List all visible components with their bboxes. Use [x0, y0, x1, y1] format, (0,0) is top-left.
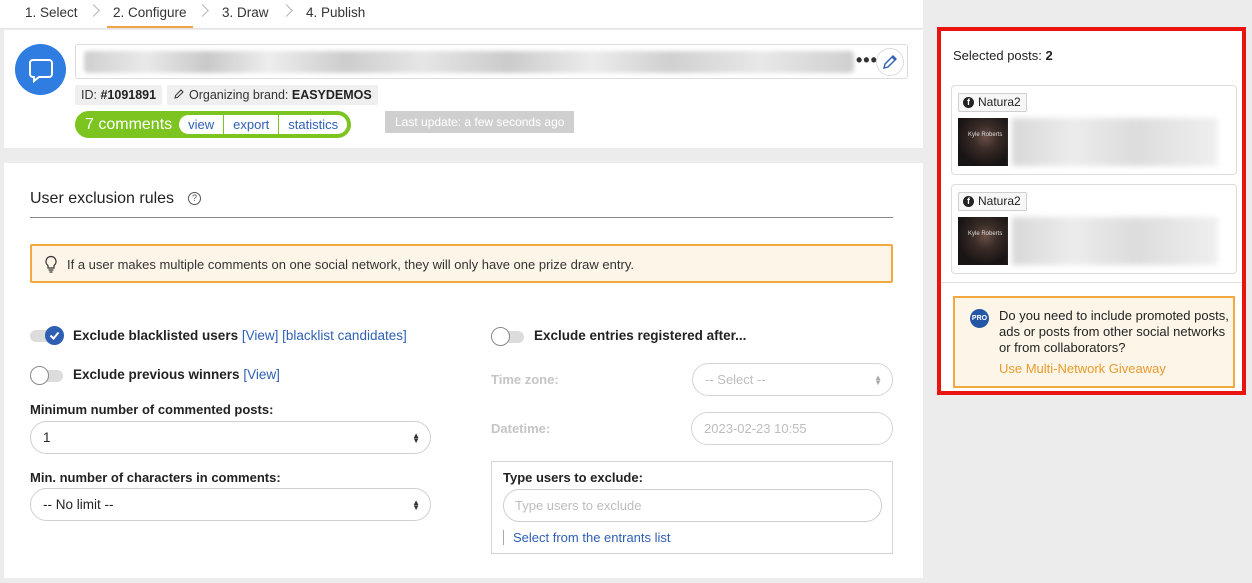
selected-posts-panel: Selected posts: 2 f Natura2 Kyle Roberts…: [937, 27, 1246, 395]
more-options-icon[interactable]: •••: [856, 50, 878, 71]
help-icon[interactable]: ?: [188, 192, 201, 205]
comments-pill: 7 comments view export statistics: [75, 111, 352, 138]
type-users-input[interactable]: Type users to exclude: [503, 489, 882, 522]
timezone-select[interactable]: -- Select -- ▲ ▼: [692, 363, 893, 396]
timezone-label: Time zone:: [491, 372, 559, 387]
multi-network-link[interactable]: Use Multi-Network Giveaway: [999, 361, 1166, 376]
panel-divider: [941, 282, 1242, 283]
type-users-label: Type users to exclude:: [503, 470, 643, 485]
section-title: User exclusion rules: [30, 190, 175, 207]
post-thumbnail: Kyle Roberts: [958, 118, 1008, 166]
giveaway-title-field[interactable]: •••: [75, 44, 908, 79]
network-tag: f Natura2: [958, 192, 1027, 211]
pencil-icon: [174, 89, 184, 99]
giveaway-header: ••• ID: #1091891 Organizing brand: EASYD…: [4, 30, 923, 148]
step-configure[interactable]: 2. Configure: [107, 5, 193, 28]
toggle-knob: [30, 366, 49, 385]
multi-comment-notice: If a user makes multiple comments on one…: [30, 244, 893, 283]
post-card[interactable]: f Natura2 Kyle Roberts: [951, 85, 1237, 175]
post-thumbnail: Kyle Roberts: [958, 217, 1008, 265]
blacklist-option: Exclude blacklisted users [View] [blackl…: [73, 328, 407, 343]
previous-winners-option: Exclude previous winners [View]: [73, 367, 280, 382]
select-arrows-icon: ▲ ▼: [874, 373, 882, 387]
min-posts-label: Minimum number of commented posts:: [30, 402, 274, 417]
winners-view-link[interactable]: [View]: [243, 367, 280, 382]
registered-after-toggle[interactable]: [491, 327, 524, 346]
section-divider: [30, 217, 893, 218]
pro-upsell-box: PRO Do you need to include promoted post…: [953, 296, 1235, 388]
exclusion-rules-card: User exclusion rules ? If a user makes m…: [4, 163, 923, 578]
avatar: [15, 44, 66, 95]
network-tag: f Natura2: [958, 93, 1027, 112]
chevron-right-icon: [280, 4, 293, 17]
check-icon: [49, 331, 60, 340]
last-update-badge: Last update: a few seconds ago: [385, 111, 575, 133]
post-card[interactable]: f Natura2 Kyle Roberts: [951, 184, 1237, 274]
blacklist-toggle[interactable]: [30, 326, 64, 345]
select-arrows-icon: ▲ ▼: [412, 498, 420, 512]
select-arrows-icon: ▲ ▼: [412, 431, 420, 445]
previous-winners-toggle[interactable]: [30, 366, 63, 385]
brand-tag: Organizing brand: EASYDEMOS: [167, 85, 378, 105]
blurred-post-text: [1012, 118, 1218, 166]
chevron-right-icon: [87, 4, 100, 17]
blurred-post-text: [1012, 217, 1218, 265]
pro-upsell-text: Do you need to include promoted posts, a…: [999, 308, 1229, 355]
facebook-icon: f: [963, 196, 974, 207]
datetime-label: Datetime:: [491, 421, 551, 436]
step-select[interactable]: 1. Select: [25, 5, 78, 20]
statistics-link[interactable]: statistics: [278, 115, 347, 134]
step-publish[interactable]: 4. Publish: [306, 5, 365, 20]
min-posts-select[interactable]: 1 ▲ ▼: [30, 421, 431, 454]
datetime-input[interactable]: 2023-02-23 10:55: [691, 412, 893, 445]
facebook-icon: f: [963, 97, 974, 108]
blacklist-candidates-link[interactable]: [blacklist candidates]: [282, 328, 407, 343]
chevron-right-icon: [196, 4, 209, 17]
blacklist-view-link[interactable]: [View]: [242, 328, 279, 343]
export-comments-link[interactable]: export: [223, 115, 278, 134]
view-comments-link[interactable]: view: [179, 115, 223, 134]
step-draw[interactable]: 3. Draw: [222, 5, 269, 20]
chat-bubble-icon: [28, 58, 53, 83]
min-chars-label: Min. number of characters in comments:: [30, 470, 281, 485]
min-chars-select[interactable]: -- No limit -- ▲ ▼: [30, 488, 431, 521]
id-tag: ID: #1091891: [75, 85, 163, 105]
pro-badge: PRO: [970, 309, 989, 328]
toggle-knob: [491, 327, 510, 346]
comments-count: 7 comments: [85, 115, 173, 133]
toggle-knob: [45, 326, 64, 345]
blurred-title: [84, 51, 854, 73]
edit-button[interactable]: [876, 48, 904, 76]
registered-after-label: Exclude entries registered after...: [534, 328, 747, 343]
lightbulb-icon: [45, 255, 57, 273]
steps-bar: 1. Select 2. Configure 3. Draw 4. Publis…: [0, 0, 923, 29]
pencil-icon: [883, 55, 897, 69]
entrants-list-link[interactable]: Select from the entrants list: [503, 530, 671, 545]
selected-posts-title: Selected posts: 2: [953, 48, 1053, 63]
exclude-users-box: Type users to exclude: Type users to exc…: [491, 461, 893, 554]
